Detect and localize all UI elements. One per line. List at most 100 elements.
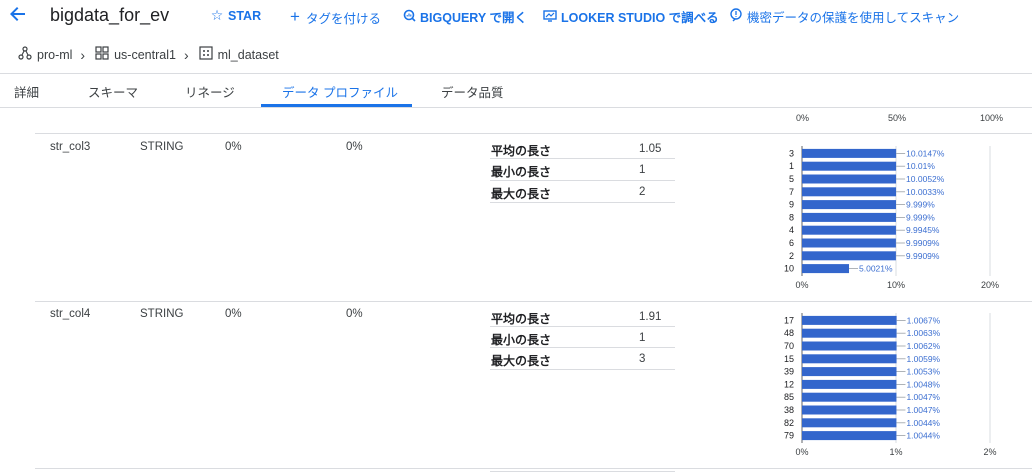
project-icon: [18, 46, 32, 63]
breadcrumb-project[interactable]: pro-ml: [18, 46, 72, 63]
x-tick-label: 2%: [983, 447, 996, 457]
x-tick-label: 20%: [981, 280, 999, 290]
divider: [490, 326, 675, 327]
x-tick-label: 0%: [795, 447, 808, 457]
stat-label: 平均の長さ: [491, 312, 552, 326]
data-label: 10.0052%: [906, 174, 945, 184]
data-label: 10.01%: [906, 161, 935, 171]
tab-data-quality[interactable]: データ品質: [441, 82, 504, 101]
axis-tick-label: 100%: [980, 113, 1004, 123]
divider: [0, 107, 1032, 108]
data-label: 1.0047%: [906, 405, 940, 415]
region-icon: [95, 46, 109, 63]
column-type: STRING: [140, 308, 184, 320]
tab-data-profile[interactable]: データ プロファイル: [282, 82, 398, 101]
bar: [802, 367, 897, 377]
page-title: bigdata_for_ev: [50, 5, 170, 25]
dlp-scan-button[interactable]: 機密データの保護を使用してスキャン: [729, 7, 959, 26]
divider: [490, 202, 675, 203]
data-label: 9.9909%: [906, 251, 940, 261]
column-name: str_col3: [50, 141, 91, 153]
stat-label: 最大の長さ: [491, 187, 552, 201]
bar: [802, 174, 897, 184]
category-label: 9: [789, 200, 794, 210]
divider: [490, 158, 675, 159]
row-divider: [35, 468, 1032, 469]
x-tick-label: 10%: [887, 280, 905, 290]
breadcrumb-region[interactable]: us-central1: [95, 46, 176, 63]
category-label: 7: [789, 187, 794, 197]
bar: [802, 148, 897, 158]
chevron-right-icon: ›: [183, 46, 189, 63]
add-tag-button[interactable]: + タグを付ける: [288, 7, 381, 27]
data-label: 1.0062%: [907, 341, 941, 351]
axis-tick-label: 0%: [796, 113, 810, 123]
dataset-icon: [199, 46, 213, 63]
data-label: 9.9945%: [906, 225, 940, 235]
looker-studio-button[interactable]: LOOKER STUDIO で調べる: [543, 7, 719, 26]
category-label: 38: [784, 405, 794, 415]
row-divider: [35, 133, 1032, 134]
stat-value: 1: [639, 164, 646, 176]
category-label: 70: [784, 341, 794, 351]
category-label: 85: [784, 392, 794, 402]
bar: [802, 187, 897, 197]
stat-value: 1.05: [639, 143, 662, 155]
bar: [802, 315, 897, 325]
data-label: 1.0067%: [907, 315, 941, 325]
category-label: 10: [784, 264, 794, 274]
value-distribution-chart: 0% 10% 20% 3 10.0147% 1 10.01% 5 10.0052% 7 10.003…: [784, 146, 999, 290]
open-bigquery-button[interactable]: BIGQUERY で開く: [402, 7, 527, 26]
data-label: 1.0048%: [906, 379, 940, 389]
data-label: 10.0033%: [906, 187, 945, 197]
value-distribution-chart: 0% 1% 2% 17 1.0067% 48 1.0063% 70 1.0062% 15 1.005…: [784, 313, 997, 457]
x-tick-label: 0%: [795, 280, 808, 290]
category-label: 2: [789, 251, 794, 261]
bar: [802, 328, 897, 338]
bar: [802, 225, 896, 235]
category-label: 82: [784, 418, 794, 428]
tab-lineage[interactable]: リネージ: [185, 82, 235, 101]
unique-percent: 0%: [346, 141, 363, 153]
bar: [802, 405, 897, 415]
back-arrow-icon[interactable]: [8, 4, 32, 28]
tab-schema[interactable]: スキーマ: [88, 82, 138, 101]
bar: [802, 431, 897, 441]
null-percent: 0%: [225, 141, 242, 153]
divider: [490, 369, 675, 370]
plus-icon: +: [290, 7, 300, 26]
category-label: 15: [784, 354, 794, 364]
data-label: 1.0063%: [907, 328, 941, 338]
bar: [802, 379, 897, 389]
bigquery-icon: [402, 9, 416, 25]
row-divider: [35, 301, 1032, 302]
divider: [490, 347, 675, 348]
data-label: 9.9909%: [906, 238, 940, 248]
stat-label: 平均の長さ: [491, 144, 552, 158]
stat-value: 3: [639, 353, 646, 365]
stat-value: 1: [639, 332, 646, 344]
bar: [802, 200, 896, 210]
category-label: 5: [789, 174, 794, 184]
tab-details[interactable]: 詳細: [14, 82, 39, 101]
x-tick-label: 1%: [889, 447, 902, 457]
breadcrumb: pro-ml › us-central1 › ml_dataset: [18, 46, 279, 63]
bar: [802, 392, 897, 402]
bar: [802, 238, 896, 248]
unique-percent: 0%: [346, 308, 363, 320]
bar: [802, 251, 896, 261]
category-label: 4: [789, 225, 794, 235]
stat-value: 1.91: [639, 311, 662, 323]
breadcrumb-dataset[interactable]: ml_dataset: [199, 46, 279, 63]
dlp-icon: [729, 8, 743, 25]
data-label: 9.999%: [906, 212, 935, 222]
bar: [802, 341, 897, 351]
tab-bar: 詳細 スキーマ リネージ データ プロファイル データ品質: [0, 74, 1032, 108]
column-name: str_col4: [50, 308, 91, 320]
column-type: STRING: [140, 141, 184, 153]
divider: [490, 471, 675, 472]
category-label: 48: [784, 328, 794, 338]
star-button[interactable]: ☆ STAR: [210, 7, 261, 24]
data-label: 10.0147%: [906, 148, 945, 158]
data-label: 1.0044%: [906, 418, 940, 428]
